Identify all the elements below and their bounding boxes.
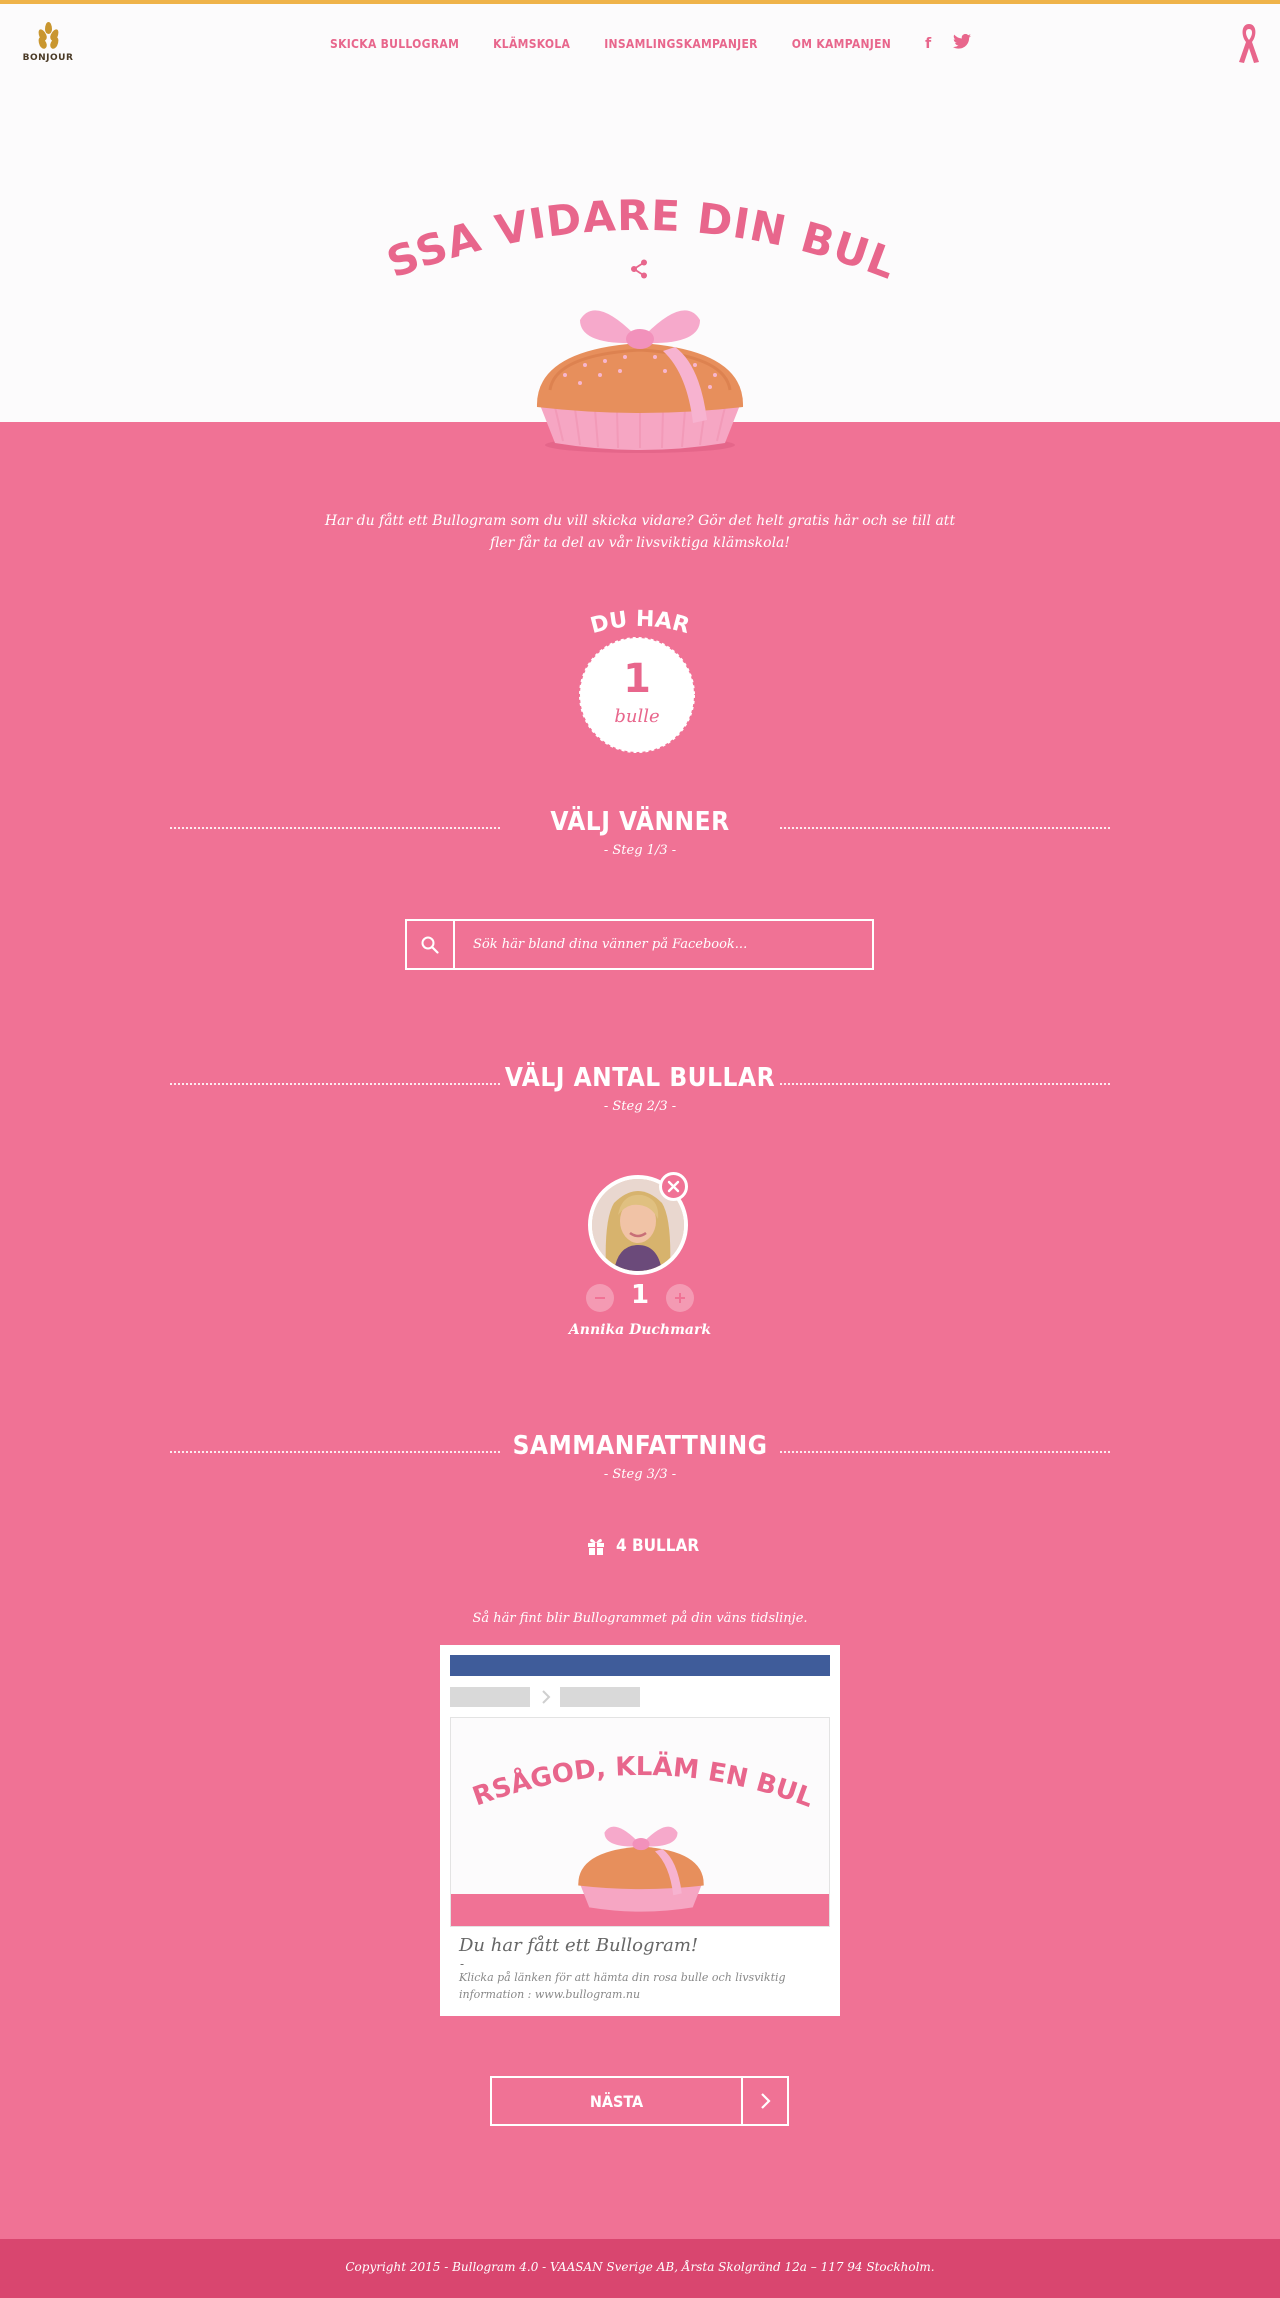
search-input[interactable]: [455, 921, 872, 968]
nav-klamskola[interactable]: KLÄMSKOLA: [493, 37, 570, 51]
gift-icon: [588, 1538, 604, 1555]
placeholder-bar: [560, 1687, 640, 1707]
minus-icon: [595, 1297, 605, 1299]
counter-unit: bulle: [614, 706, 660, 727]
chevron-right-icon: [741, 2078, 787, 2124]
step-3-title: SAMMANFATTNING: [512, 1431, 768, 1461]
divider: [780, 1083, 1110, 1085]
divider: [780, 1451, 1110, 1453]
search-icon: [421, 936, 439, 954]
facebook-preview: VARSÅGOD, KLÄM EN BULLE Du har fått ett …: [440, 1645, 840, 2016]
svg-text:DU HAR: DU HAR: [588, 607, 692, 639]
preview-card-title-text: VARSÅGOD, KLÄM EN BULLE: [461, 1734, 817, 1814]
friend-card: 1 Annika Duchmark: [569, 1172, 711, 1342]
divider: [780, 827, 1110, 829]
nav-om-kampanjen[interactable]: OM KAMPANJEN: [792, 37, 891, 51]
search-button[interactable]: [407, 921, 455, 968]
close-icon: [667, 1180, 680, 1193]
facebook-icon[interactable]: f: [925, 36, 931, 52]
step-3-label: - Steg 3/3 -: [603, 1467, 677, 1482]
friend-search: [405, 919, 874, 970]
counter-heading-text: DU HAR: [588, 607, 692, 639]
divider: [170, 1083, 500, 1085]
step-2-header: VÄLJ ANTAL BULLAR - Steg 2/3 -: [170, 1063, 1110, 1123]
placeholder-bar: [450, 1687, 530, 1707]
footer: Copyright 2015 - Bullogram 4.0 - VAASAN …: [0, 2239, 1280, 2298]
preview-card-title: VARSÅGOD, KLÄM EN BULLE: [461, 1734, 817, 1814]
bonjour-logo[interactable]: BONJOUR: [18, 22, 78, 63]
summary-count: 4 BULLAR: [586, 1536, 699, 1556]
bun-illustration-small: [578, 1826, 704, 1912]
svg-text:VARSÅGOD, KLÄM EN BULLE: VARSÅGOD, KLÄM EN BULLE: [461, 1734, 817, 1814]
footer-copyright: Copyright 2015 - Bullogram 4.0 - VAASAN …: [345, 2260, 935, 2274]
counter-value: 1: [623, 656, 651, 702]
preview-post-description: Klicka på länken för att hämta din rosa …: [459, 1971, 786, 2001]
bun-illustration: [536, 310, 744, 453]
preview-card: VARSÅGOD, KLÄM EN BULLE: [450, 1717, 830, 1927]
remove-friend-button[interactable]: [659, 1172, 688, 1201]
step-2-title: VÄLJ ANTAL BULLAR: [504, 1063, 776, 1093]
counter-heading: DU HAR: [588, 607, 692, 639]
step-1-title: VÄLJ VÄNNER: [550, 807, 730, 837]
step-1-header: VÄLJ VÄNNER - Steg 1/3 -: [170, 807, 1110, 867]
next-button-label: NÄSTA: [589, 2091, 644, 2111]
chevron-right-icon: [542, 1690, 551, 1704]
step-3-header: SAMMANFATTNING - Steg 3/3 -: [170, 1431, 1110, 1491]
step-1-label: - Steg 1/3 -: [603, 843, 677, 858]
step-2-label: - Steg 2/3 -: [603, 1099, 677, 1114]
wheat-icon: [36, 22, 61, 50]
preview-post-title: Du har fått ett Bullogram!: [459, 1935, 699, 1956]
increase-button[interactable]: [666, 1284, 694, 1312]
twitter-icon[interactable]: [953, 33, 972, 53]
intro-text: Har du fått ett Bullogram som du vill sk…: [324, 513, 956, 551]
friend-name: Annika Duchmark: [568, 1322, 712, 1338]
nav-insamlingskampanjer[interactable]: INSAMLINGSKAMPANJER: [604, 37, 758, 51]
pink-ribbon-icon[interactable]: [1236, 22, 1262, 64]
logo-text: BONJOUR: [22, 53, 74, 63]
divider: [170, 827, 500, 829]
share-icon[interactable]: [630, 259, 648, 279]
plus-icon: [675, 1293, 685, 1303]
divider: [170, 1451, 500, 1453]
quantity-value: 1: [630, 1280, 650, 1310]
facebook-bar: [450, 1655, 830, 1676]
nav-skicka-bullogram[interactable]: SKICKA BULLOGRAM: [330, 37, 459, 51]
decrease-button[interactable]: [586, 1284, 614, 1312]
next-button[interactable]: NÄSTA: [490, 2076, 789, 2126]
main-nav: SKICKA BULLOGRAM KLÄMSKOLA INSAMLINGSKAM…: [330, 33, 993, 53]
summary-caption: Så här fint blir Bullogrammet på din vän…: [472, 1611, 808, 1626]
summary-count-label: 4 BULLAR: [616, 1536, 700, 1556]
